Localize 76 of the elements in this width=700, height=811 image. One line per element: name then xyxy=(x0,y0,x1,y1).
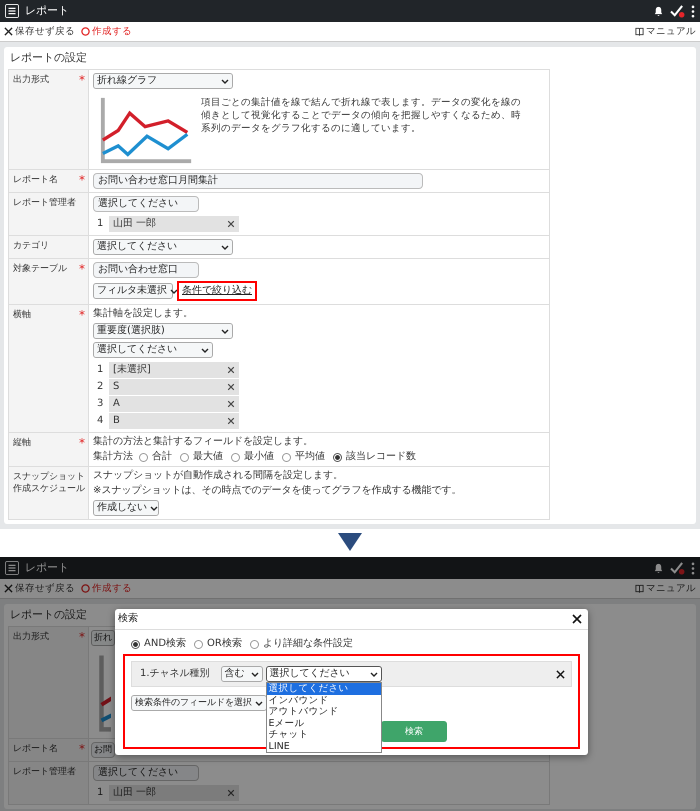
field-label: レポート名 xyxy=(13,174,58,186)
text-field[interactable]: お問い合わせ窓口月間集計 xyxy=(93,173,423,189)
required-mark: * xyxy=(79,437,85,449)
radio-label: OR検索 xyxy=(207,638,242,650)
radio-label: 合計 xyxy=(152,451,172,463)
filter-link[interactable]: 条件で絞り込む xyxy=(182,285,252,296)
back-button[interactable]: 保存せず戻る xyxy=(4,582,75,594)
dropdown[interactable]: 選択してください xyxy=(266,666,382,682)
dropdown-option[interactable]: インバウンド xyxy=(266,694,381,706)
field-label: 出力形式 xyxy=(13,74,49,86)
text-field[interactable]: 選択してください xyxy=(93,196,199,212)
required-mark: * xyxy=(79,743,85,755)
field-label: レポート管理者 xyxy=(13,197,76,209)
item-number: 4 xyxy=(97,415,103,427)
required-mark: * xyxy=(79,631,85,643)
dropdown[interactable]: 重要度(選択肢) xyxy=(93,323,233,339)
radio-label: AND検索 xyxy=(144,638,186,650)
page-title: レポート xyxy=(25,562,69,574)
item-number: 1 xyxy=(97,787,103,799)
required-mark: * xyxy=(79,74,85,86)
radio-label: 該当レコード数 xyxy=(346,451,416,463)
item-number: 2 xyxy=(97,381,103,393)
field-label: 出力形式 xyxy=(13,631,49,643)
field-label: 縦軸 xyxy=(13,437,31,449)
item-label: S xyxy=(113,381,120,393)
dropdown-option[interactable]: Eメール xyxy=(266,718,381,729)
dropdown-option[interactable]: チャット xyxy=(266,729,381,740)
back-button[interactable]: 保存せず戻る xyxy=(4,26,75,38)
text-field[interactable]: お問 xyxy=(91,742,115,758)
dropdown-option[interactable]: アウトバウンド xyxy=(266,706,381,718)
condition-label: 1.チャネル種別 xyxy=(140,668,210,680)
create-button[interactable]: 作成する xyxy=(81,26,132,38)
item-number: 1 xyxy=(97,364,103,376)
manual-button[interactable]: マニュアル xyxy=(635,582,696,594)
field-label: 対象テーブル xyxy=(13,263,67,275)
field-label: 横軸 xyxy=(13,309,31,321)
help-text: ※スナップショットは、その時点でのデータを使ってグラフを作成する機能です。 xyxy=(93,485,462,497)
field-label: レポート名 xyxy=(13,743,58,755)
dropdown[interactable]: 含む xyxy=(220,666,263,682)
item-number: 3 xyxy=(97,398,103,410)
text-field[interactable]: 選択してください xyxy=(93,765,199,781)
dropdown[interactable]: 折れ線グラフ xyxy=(93,73,233,89)
item-label: 山田 一郎 xyxy=(113,218,156,230)
radio-label: 最大値 xyxy=(193,451,223,463)
dropdown[interactable]: 作成しない xyxy=(93,500,159,516)
radio-label: 最小値 xyxy=(244,451,274,463)
section-title: レポートの設定 xyxy=(10,608,87,622)
field-label: カテゴリ xyxy=(13,240,49,252)
radio-label: より詳細な条件設定 xyxy=(262,638,353,650)
dropdown-option[interactable]: 選択してください xyxy=(266,683,381,694)
item-label: [未選択] xyxy=(113,364,151,376)
dropdown-option[interactable]: LINE xyxy=(266,740,381,752)
page-title: レポート xyxy=(25,5,69,17)
required-mark: * xyxy=(79,309,85,321)
help-text: 集計の方法と集計するフィールドを設定します。 xyxy=(93,436,313,448)
dropdown[interactable]: 選択してください xyxy=(93,239,233,255)
field-label: スナップショット作成スケジュール xyxy=(13,471,85,495)
section-title: レポートの設定 xyxy=(10,51,87,65)
dropdown[interactable]: 検索条件のフィールドを選択 xyxy=(131,695,267,711)
help-text: スナップショットが自動作成される間隔を設定します。 xyxy=(93,470,343,482)
item-label: A xyxy=(113,398,120,410)
dialog-title: 検索 xyxy=(118,613,138,625)
radio-label: 平均値 xyxy=(295,451,325,463)
group-label: 集計方法 xyxy=(93,451,133,463)
text-field[interactable]: お問い合わせ窓口 xyxy=(93,262,199,278)
item-label: 山田 一郎 xyxy=(113,787,156,799)
dropdown[interactable]: 折れ xyxy=(91,630,115,646)
required-mark: * xyxy=(79,174,85,186)
dropdown[interactable]: 選択してください xyxy=(93,342,213,358)
item-label: B xyxy=(113,415,120,427)
item-number: 1 xyxy=(97,218,103,230)
help-text: 集計軸を設定します。 xyxy=(93,308,193,320)
field-label: レポート管理者 xyxy=(13,766,76,778)
required-mark: * xyxy=(79,263,85,275)
chart-description: 項目ごとの集計値を線で結んで折れ線で表します。データの変化を線の傾きとして視覚化することでデータの傾向を把握しやすくなるため、時系列のデータをグラフ化するのに適しています。 xyxy=(201,96,521,135)
manual-button[interactable]: マニュアル xyxy=(635,26,696,38)
